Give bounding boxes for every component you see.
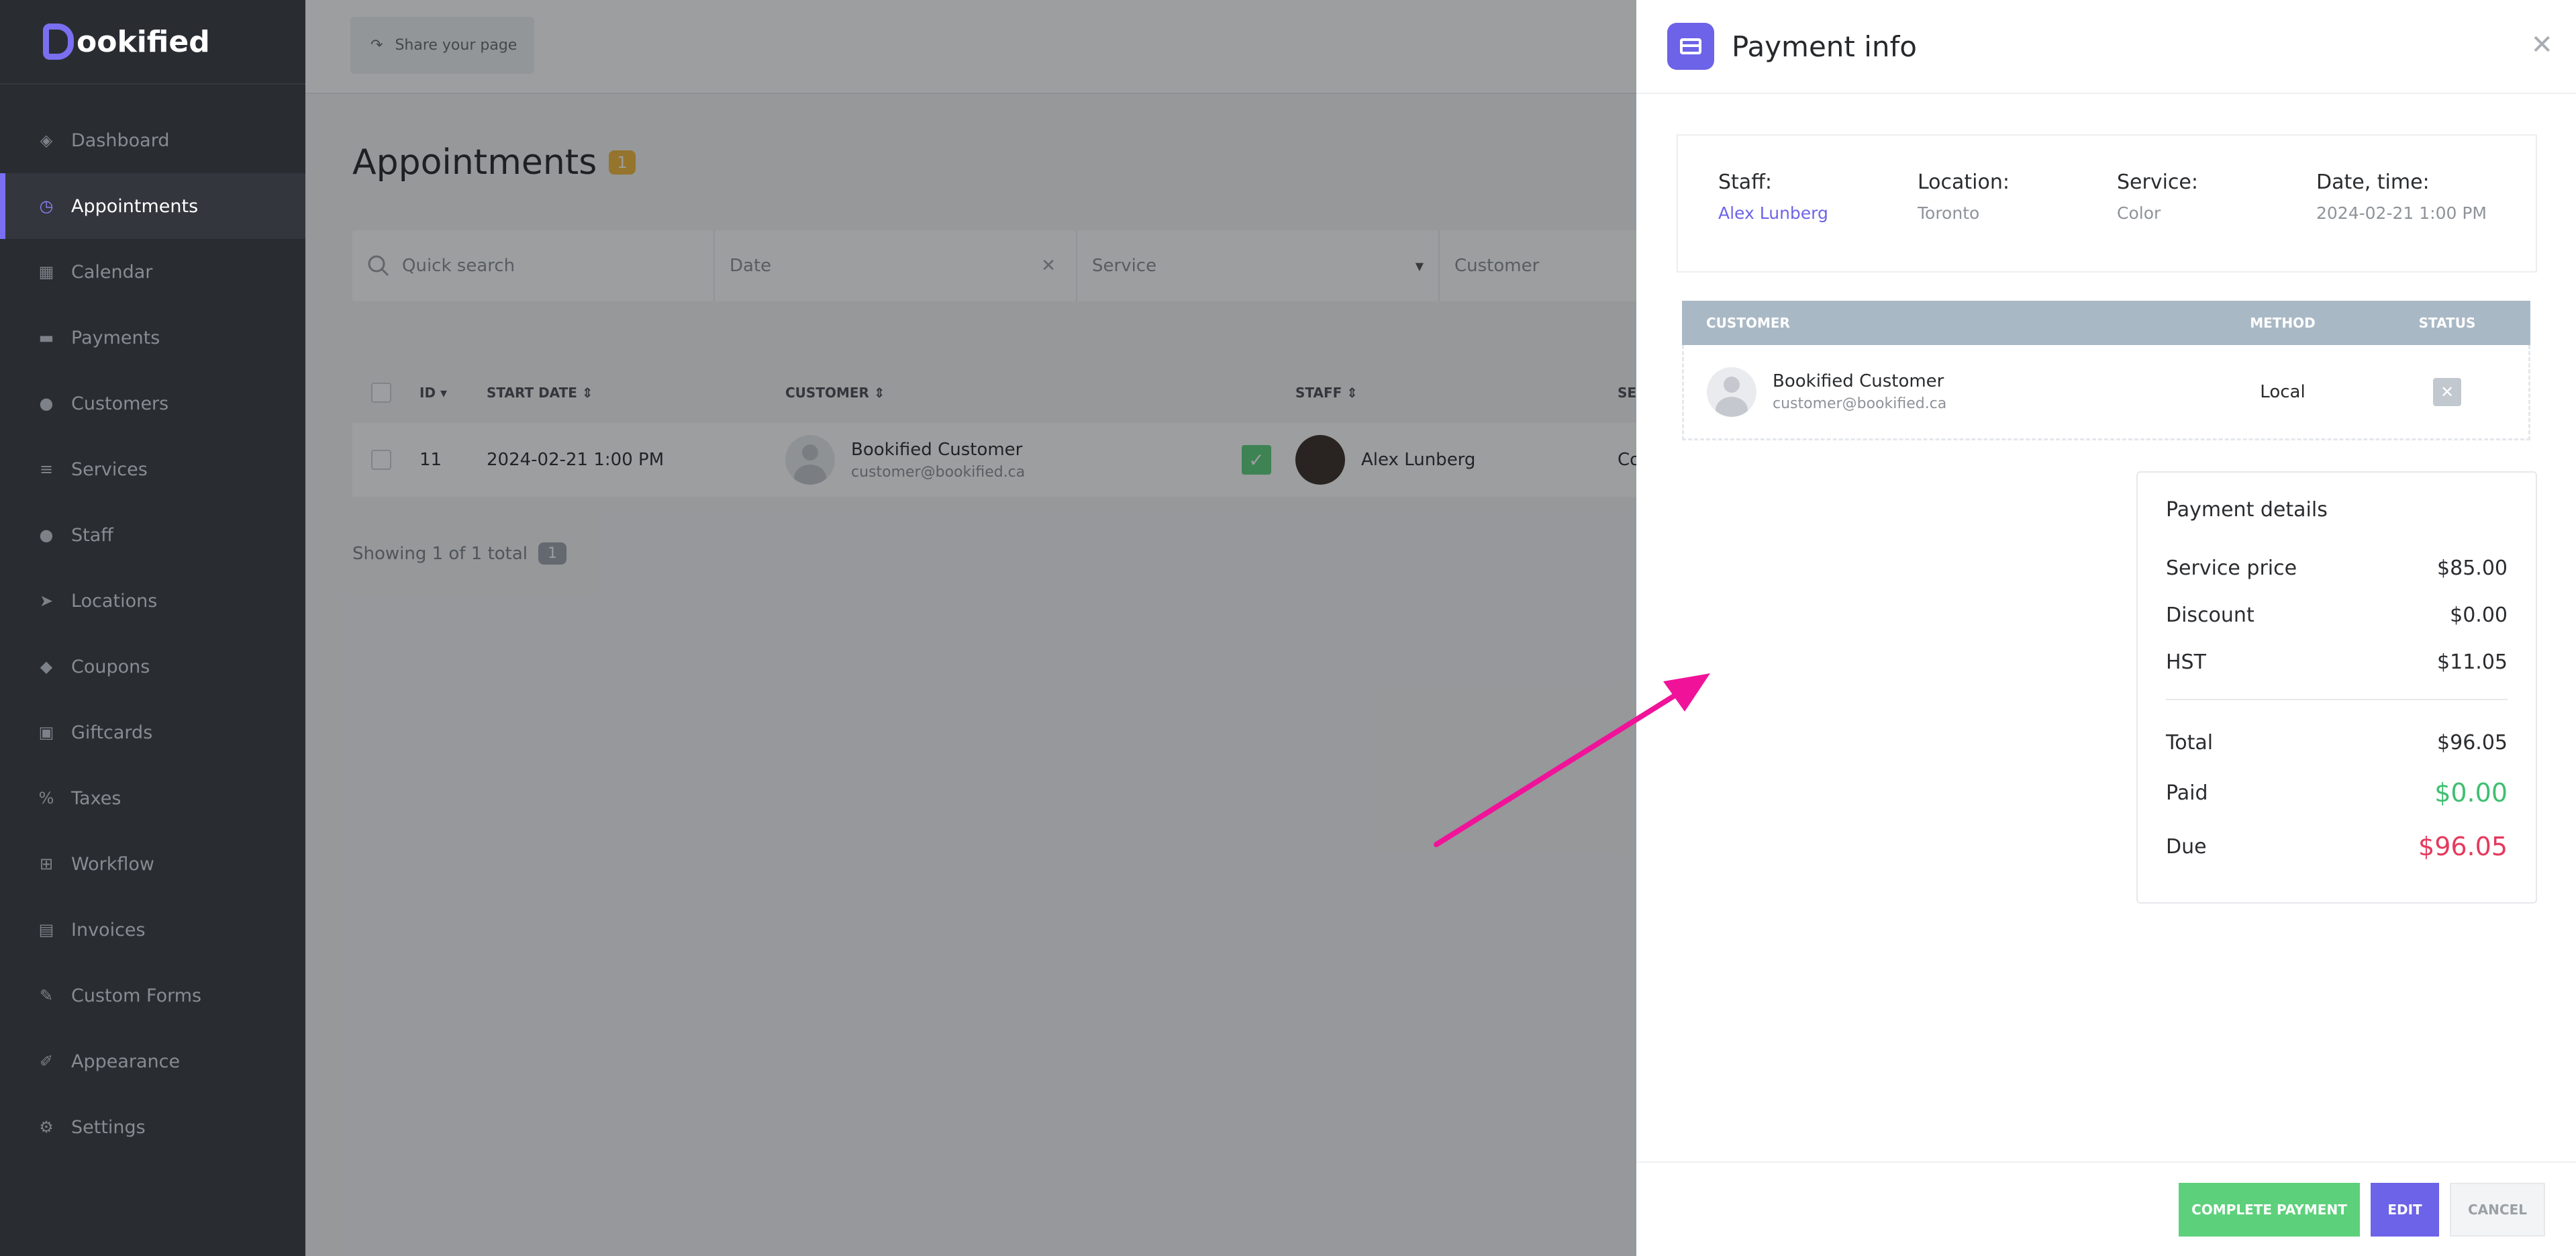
- panel-footer: COMPLETE PAYMENT EDIT CANCEL: [1636, 1161, 2576, 1256]
- avatar: [1707, 367, 1756, 417]
- sidebar-item-invoices[interactable]: ▤ Invoices: [0, 897, 305, 963]
- sidebar-item-label: Settings: [71, 1116, 146, 1138]
- table-row: Bookified Customer customer@bookified.ca…: [1682, 345, 2530, 440]
- credit-card-icon: ▬: [38, 328, 54, 347]
- payment-details-heading: Payment details: [2166, 498, 2328, 522]
- status-close-icon[interactable]: ✕: [2433, 377, 2461, 406]
- col-method: METHOD: [2250, 315, 2316, 331]
- hst-line: HST $11.05: [2166, 650, 2508, 674]
- sidebar-item-label: Invoices: [71, 919, 146, 940]
- sidebar-item-settings[interactable]: ⚙ Settings: [0, 1094, 305, 1160]
- total-line: Total $96.05: [2166, 730, 2508, 755]
- users-icon: ●: [39, 394, 54, 413]
- sidebar-item-label: Appointments: [71, 195, 199, 217]
- logo-text: ookified: [77, 24, 210, 59]
- credit-card-icon: [1667, 23, 1714, 70]
- sidebar-item-label: Workflow: [71, 853, 154, 875]
- staff-link[interactable]: Alex Lunberg: [1718, 203, 1918, 223]
- datetime-label: Date, time:: [2316, 171, 2430, 194]
- sidebar-item-appointments[interactable]: ◷ Appointments: [0, 173, 305, 239]
- sidebar-item-payments[interactable]: ▬ Payments: [0, 305, 305, 371]
- sidebar-item-label: Calendar: [71, 261, 153, 283]
- cancel-button[interactable]: CANCEL: [2450, 1183, 2545, 1237]
- sidebar-item-dashboard[interactable]: ◈ Dashboard: [0, 107, 305, 173]
- sidebar-item-label: Locations: [71, 590, 158, 612]
- service-value: Color: [2117, 203, 2161, 223]
- sidebar-item-label: Custom Forms: [71, 985, 202, 1006]
- sidebar-item-customers[interactable]: ● Customers: [0, 371, 305, 436]
- gear-icon: ⚙: [39, 1118, 54, 1137]
- location-value: Toronto: [1918, 203, 1980, 223]
- logo[interactable]: ookified: [43, 20, 210, 63]
- col-customer: CUSTOMER: [1706, 315, 1790, 331]
- payment-method: Local: [2260, 381, 2306, 402]
- paid-line: Paid $0.00: [2166, 778, 2508, 808]
- location-label: Location:: [1918, 171, 2010, 194]
- col-status: STATUS: [2418, 315, 2476, 331]
- service-price-line: Service price $85.00: [2166, 556, 2508, 580]
- sidebar-item-workflow[interactable]: ⊞ Workflow: [0, 831, 305, 897]
- due-line: Due $96.05: [2166, 832, 2508, 861]
- clock-icon: ◷: [39, 197, 54, 215]
- sidebar-item-taxes[interactable]: % Taxes: [0, 765, 305, 831]
- sidebar-item-appearance[interactable]: ✐ Appearance: [0, 1028, 305, 1094]
- complete-payment-button[interactable]: COMPLETE PAYMENT: [2179, 1183, 2360, 1237]
- payment-details-card: Payment details Service price $85.00 Disc…: [2136, 471, 2537, 904]
- tag-icon: ◆: [40, 657, 53, 676]
- location-arrow-icon: ➤: [39, 591, 54, 610]
- datetime-value: 2024-02-21 1:00 PM: [2316, 203, 2487, 223]
- sidebar-item-staff[interactable]: ● Staff: [0, 502, 305, 568]
- sidebar-item-giftcards[interactable]: ▣ Giftcards: [0, 699, 305, 765]
- brush-icon: ✐: [39, 1052, 54, 1071]
- sidebar-item-label: Staff: [71, 524, 113, 546]
- sidebar-item-label: Services: [71, 458, 148, 480]
- sidebar-nav: ◈ Dashboard ◷ Appointments ▦ Calendar ▬ Paym…: [0, 107, 305, 1160]
- file-icon: ▤: [38, 920, 54, 939]
- magic-icon: ✎: [39, 986, 54, 1005]
- sidebar-item-label: Appearance: [71, 1051, 181, 1072]
- sidebar-item-services[interactable]: ≡ Services: [0, 436, 305, 502]
- sidebar-item-label: Taxes: [71, 787, 121, 809]
- sidebar-item-calendar[interactable]: ▦ Calendar: [0, 239, 305, 305]
- sidebar-item-label: Customers: [71, 393, 169, 414]
- close-icon[interactable]: ✕: [2530, 30, 2553, 60]
- service-label: Service:: [2117, 171, 2198, 194]
- edit-button[interactable]: EDIT: [2371, 1183, 2439, 1237]
- sidebar-item-label: Giftcards: [71, 722, 153, 743]
- workflow-icon: ⊞: [39, 855, 54, 873]
- gift-icon: ▣: [38, 723, 54, 742]
- modal-backdrop[interactable]: [305, 0, 1636, 1256]
- user-icon: ●: [39, 526, 54, 544]
- cube-icon: ◈: [40, 131, 53, 150]
- sidebar-item-coupons[interactable]: ◆ Coupons: [0, 634, 305, 699]
- panel-header: Payment info ✕: [1636, 0, 2576, 94]
- calendar-icon: ▦: [38, 262, 54, 281]
- sidebar-item-label: Dashboard: [71, 130, 170, 151]
- sidebar-item-label: Coupons: [71, 656, 150, 677]
- sidebar-item-label: Payments: [71, 327, 160, 348]
- percent-icon: %: [38, 789, 54, 808]
- sidebar-divider: [0, 83, 305, 85]
- details-divider: [2166, 699, 2508, 700]
- sidebar: ookified ◈ Dashboard ◷ Appointments ▦ Calen…: [0, 0, 305, 1256]
- appointment-info: Staff: Alex Lunberg Location: Toronto Se…: [1677, 134, 2537, 273]
- logo-mark-icon: [43, 23, 74, 60]
- panel-title: Payment info: [1732, 30, 1917, 63]
- list-icon: ≡: [39, 460, 54, 479]
- payment-info-panel: Payment info ✕ Staff: Alex Lunberg Locat…: [1636, 0, 2576, 1256]
- payment-customers-table: CUSTOMER METHOD STATUS Bookified Custome…: [1682, 301, 2530, 440]
- sidebar-item-locations[interactable]: ➤ Locations: [0, 568, 305, 634]
- customer-name: Bookified Customer: [1773, 371, 1944, 391]
- sidebar-item-custom-forms[interactable]: ✎ Custom Forms: [0, 963, 305, 1028]
- discount-line: Discount $0.00: [2166, 603, 2508, 627]
- staff-label: Staff:: [1718, 171, 1772, 194]
- customer-email: customer@bookified.ca: [1773, 395, 1947, 412]
- payment-table-header: CUSTOMER METHOD STATUS: [1682, 301, 2530, 345]
